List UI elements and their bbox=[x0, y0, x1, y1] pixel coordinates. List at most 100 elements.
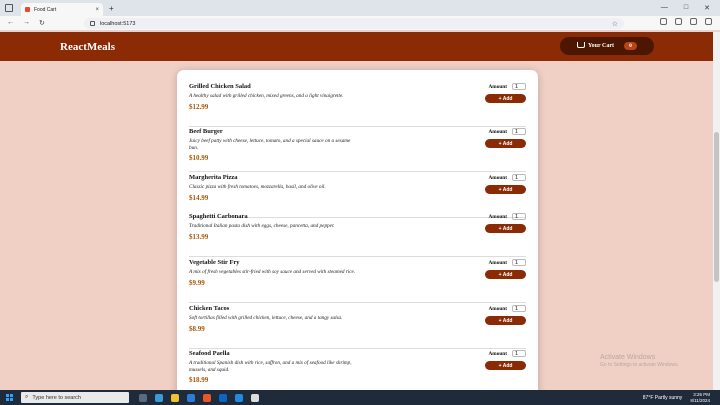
amount-input[interactable]: 1 bbox=[512, 128, 526, 135]
collections-icon[interactable] bbox=[675, 18, 682, 25]
add-button[interactable]: + Add bbox=[485, 224, 526, 233]
amount-input[interactable]: 1 bbox=[512, 174, 526, 181]
meal-form: Amount 1 + Add bbox=[468, 174, 526, 194]
taskbar: ⌕ Type here to search 87°F Partly sunny … bbox=[0, 390, 720, 405]
tab-actions-icon[interactable] bbox=[5, 4, 13, 12]
meal-item: Beef Burger Juicy beef patty with cheese… bbox=[189, 128, 526, 172]
meal-price: $9.99 bbox=[189, 278, 205, 287]
taskbar-search[interactable]: ⌕ Type here to search bbox=[21, 392, 129, 403]
amount-label: Amount bbox=[488, 350, 507, 357]
task-view-icon[interactable] bbox=[139, 393, 147, 402]
meal-item: Spaghetti Carbonara Traditional Italian … bbox=[189, 213, 526, 257]
app-icon[interactable] bbox=[251, 393, 259, 402]
meal-form: Amount 1 + Add bbox=[468, 305, 526, 325]
vscode-icon[interactable] bbox=[235, 393, 243, 402]
browser-tab[interactable]: Food Cart × bbox=[21, 3, 103, 16]
meal-price: $13.99 bbox=[189, 232, 209, 241]
watermark-title: Activate Windows bbox=[600, 354, 656, 361]
watermark-subtitle: Go to Settings to activate Windows. bbox=[600, 362, 679, 368]
amount-input[interactable]: 1 bbox=[512, 213, 526, 220]
page-scrollbar[interactable] bbox=[713, 32, 720, 390]
mail-icon[interactable] bbox=[187, 393, 195, 402]
favorite-star-icon[interactable]: ☆ bbox=[612, 20, 618, 28]
maximize-button[interactable]: □ bbox=[684, 4, 688, 12]
close-window-button[interactable]: ✕ bbox=[704, 4, 710, 12]
edge-icon[interactable] bbox=[155, 393, 163, 402]
tab-title: Food Cart bbox=[34, 6, 57, 13]
cart-button[interactable]: Your Cart 0 bbox=[560, 37, 654, 55]
scrollbar-thumb[interactable] bbox=[714, 132, 719, 282]
meal-form: Amount 1 + Add bbox=[468, 213, 526, 233]
browser-tab-strip: Food Cart × + — □ ✕ bbox=[0, 0, 720, 16]
meal-description: A mix of fresh vegetables stir-fried wit… bbox=[189, 269, 356, 275]
meals-card: Grilled Chicken Salad A healthy salad wi… bbox=[177, 70, 538, 400]
favicon-icon bbox=[25, 7, 30, 12]
site-info-icon[interactable] bbox=[90, 21, 95, 26]
browser-tools bbox=[660, 18, 712, 25]
browser-toolbar: ← → ↻ localhost:5173 ☆ bbox=[0, 16, 720, 31]
back-button[interactable]: ← bbox=[7, 19, 14, 27]
meal-price: $12.99 bbox=[189, 102, 209, 111]
amount-label: Amount bbox=[488, 174, 507, 181]
amount-input[interactable]: 1 bbox=[512, 305, 526, 312]
amount-label: Amount bbox=[488, 305, 507, 312]
meal-form: Amount 1 + Add bbox=[468, 128, 526, 148]
cart-count-badge: 0 bbox=[624, 42, 637, 50]
meal-item: Chicken Tacos Soft tortillas filled with… bbox=[189, 305, 526, 349]
teams-icon[interactable] bbox=[219, 393, 227, 402]
minimize-button[interactable]: — bbox=[661, 4, 668, 12]
profile-icon[interactable] bbox=[690, 18, 697, 25]
address-bar[interactable]: localhost:5173 ☆ bbox=[84, 18, 624, 29]
meal-item: Margherita Pizza Classic pizza with fres… bbox=[189, 174, 526, 218]
meal-description: Traditional Italian pasta dish with eggs… bbox=[189, 223, 335, 229]
meal-description: Classic pizza with fresh tomatoes, mozza… bbox=[189, 184, 326, 190]
file-explorer-icon[interactable] bbox=[171, 393, 179, 402]
add-button[interactable]: + Add bbox=[485, 361, 526, 370]
amount-input[interactable]: 1 bbox=[512, 83, 526, 90]
amount-label: Amount bbox=[488, 259, 507, 266]
amount-input[interactable]: 1 bbox=[512, 259, 526, 266]
url-text: localhost:5173 bbox=[100, 20, 136, 27]
add-button[interactable]: + Add bbox=[485, 270, 526, 279]
new-tab-button[interactable]: + bbox=[109, 4, 114, 13]
system-tray: 87°F Partly sunny 3:26 PM 8/11/2024 bbox=[643, 392, 710, 403]
weather-text[interactable]: 87°F Partly sunny bbox=[643, 395, 683, 401]
brand-title: ReactMeals bbox=[60, 40, 115, 53]
meal-item: Grilled Chicken Salad A healthy salad wi… bbox=[189, 83, 526, 127]
search-placeholder: Type here to search bbox=[32, 394, 81, 401]
menu-icon[interactable] bbox=[705, 18, 712, 25]
forward-button[interactable]: → bbox=[23, 19, 30, 27]
meal-form: Amount 1 + Add bbox=[468, 350, 526, 370]
add-button[interactable]: + Add bbox=[485, 185, 526, 194]
meal-form: Amount 1 + Add bbox=[468, 259, 526, 279]
activate-windows-watermark: Activate Windows Go to Settings to activ… bbox=[600, 354, 679, 368]
window-controls: — □ ✕ bbox=[661, 4, 710, 12]
add-button[interactable]: + Add bbox=[485, 316, 526, 325]
meal-price: $10.99 bbox=[189, 154, 209, 162]
refresh-button[interactable]: ↻ bbox=[39, 19, 45, 27]
clock-time: 3:26 PM bbox=[693, 392, 710, 398]
taskbar-apps bbox=[139, 393, 259, 402]
meal-item: Vegetable Stir Fry A mix of fresh vegeta… bbox=[189, 259, 526, 303]
meal-description: Soft tortillas filled with grilled chick… bbox=[189, 315, 343, 321]
cart-icon bbox=[577, 42, 585, 48]
app-header: ReactMeals Your Cart 0 bbox=[0, 32, 713, 61]
meal-price: $18.99 bbox=[189, 376, 209, 384]
amount-label: Amount bbox=[488, 83, 507, 90]
extensions-icon[interactable] bbox=[660, 18, 667, 25]
amount-label: Amount bbox=[488, 213, 507, 220]
clock[interactable]: 3:26 PM 8/11/2024 bbox=[690, 392, 710, 403]
add-button[interactable]: + Add bbox=[485, 139, 526, 148]
clock-date: 8/11/2024 bbox=[690, 397, 710, 403]
add-button[interactable]: + Add bbox=[485, 94, 526, 103]
tab-close-icon[interactable]: × bbox=[95, 7, 99, 13]
meal-description: A healthy salad with grilled chicken, mi… bbox=[189, 93, 344, 99]
meal-form: Amount 1 + Add bbox=[468, 83, 526, 103]
windows-start-icon[interactable] bbox=[6, 394, 13, 401]
meal-price: $8.99 bbox=[189, 324, 205, 333]
meal-item: Seafood Paella A traditional Spanish dis… bbox=[189, 350, 526, 394]
search-icon: ⌕ bbox=[25, 394, 29, 400]
meal-description: A traditional Spanish dish with rice, sa… bbox=[189, 360, 352, 373]
firefox-icon[interactable] bbox=[203, 393, 211, 402]
amount-input[interactable]: 1 bbox=[512, 350, 526, 357]
